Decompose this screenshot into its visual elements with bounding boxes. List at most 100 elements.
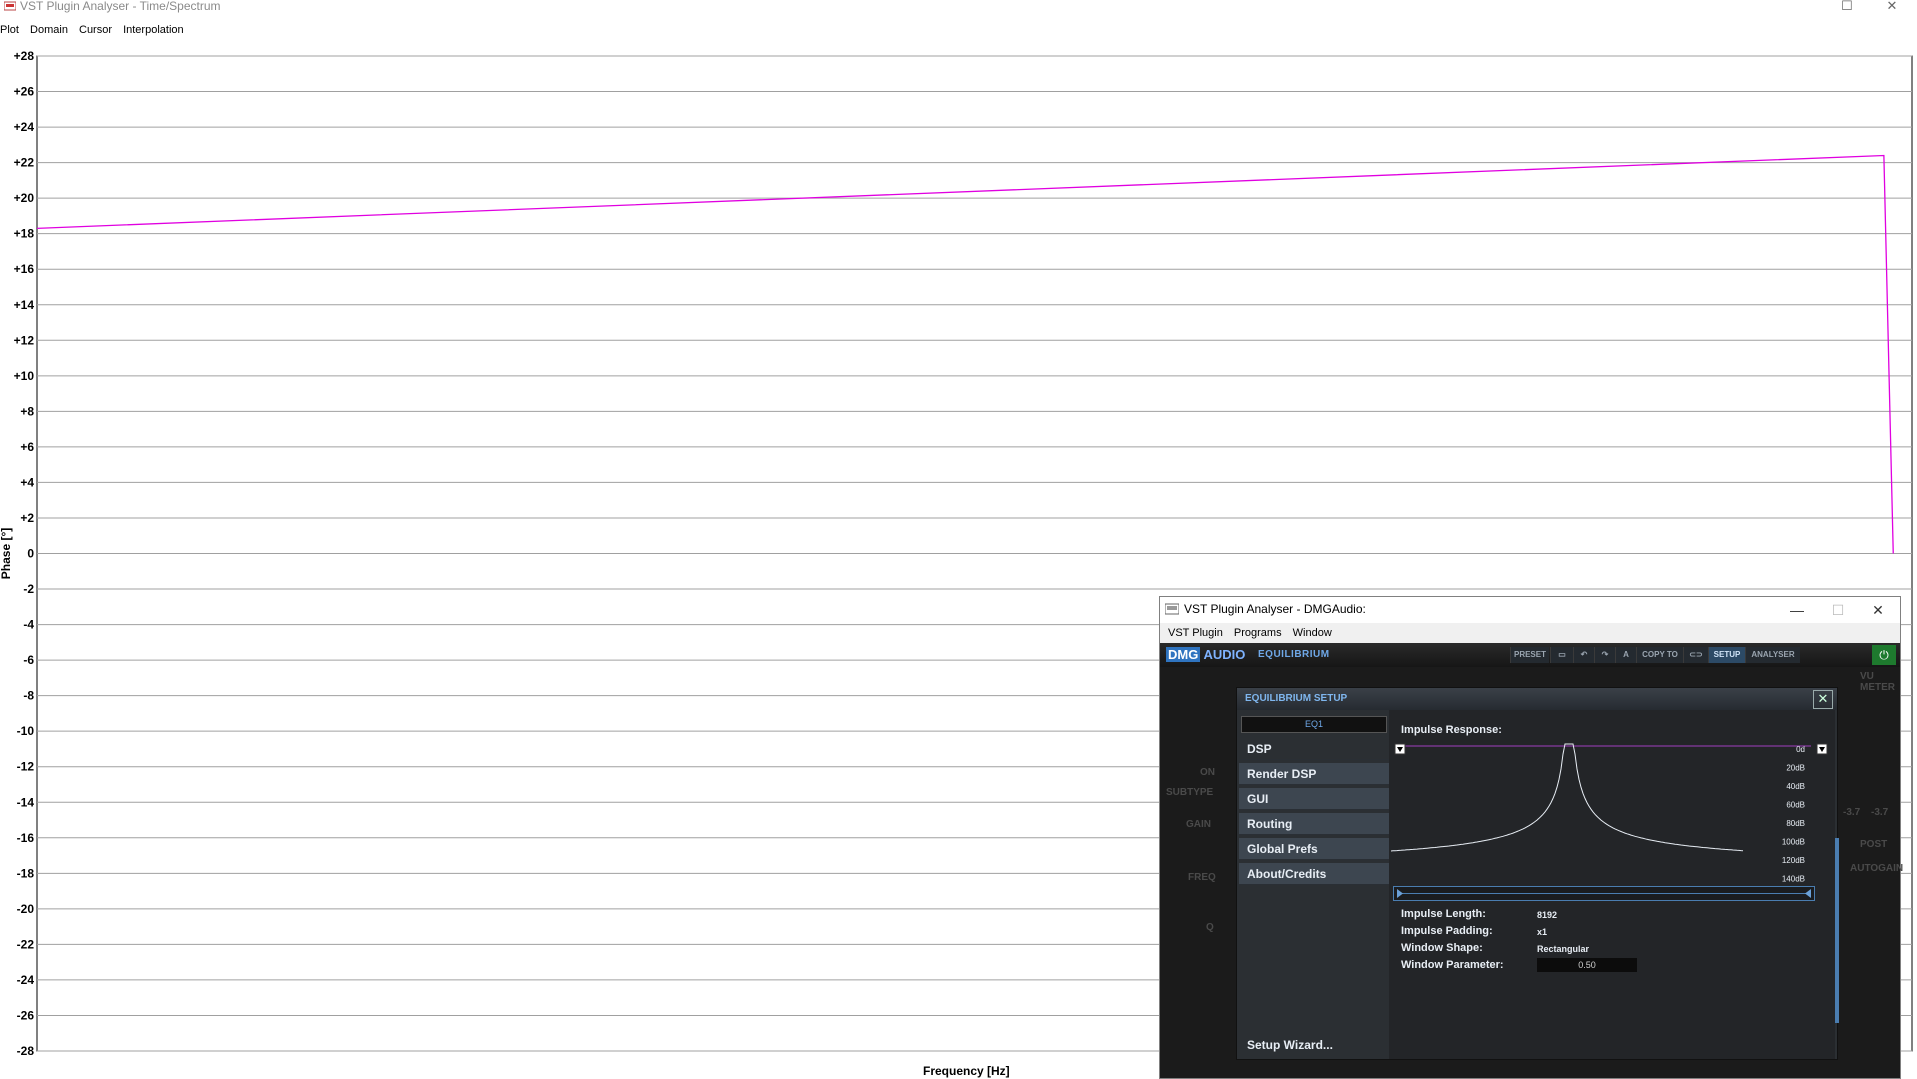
- minimize-icon[interactable]: —: [1779, 600, 1815, 620]
- monitor-icon[interactable]: ▭: [1550, 647, 1573, 663]
- window-shape-value[interactable]: Rectangular: [1537, 944, 1589, 954]
- impulse-response-label: Impulse Response:: [1401, 724, 1502, 736]
- dmg-logo: DMG AUDIO: [1166, 647, 1245, 662]
- main-titlebar: VST Plugin Analyser - Time/Spectrum ☐ ✕: [0, 0, 1917, 14]
- copy-to-button[interactable]: COPY TO: [1636, 647, 1683, 663]
- setup-scrollbar[interactable]: [1835, 838, 1839, 1023]
- db-tick-label: 20dB: [1786, 764, 1805, 773]
- impulse-response-graph: 0d 20dB 40dB 60dB 80dB 100dB 120dB 140dB: [1391, 738, 1833, 888]
- undo-icon[interactable]: ↶: [1573, 647, 1594, 663]
- setup-header: EQUILIBRIUM SETUP ✕: [1237, 688, 1837, 710]
- phase-trace: [36, 154, 1894, 554]
- setup-wizard-link[interactable]: Setup Wizard...: [1247, 1038, 1333, 1052]
- y-tick-label: -16: [17, 831, 35, 845]
- dmg-toolbar: DMG AUDIO EQUILIBRIUM PRESET ▭ ↶ ↷ A COP…: [1160, 643, 1900, 667]
- menu-plot[interactable]: Plot: [0, 24, 19, 36]
- y-axis-label: Phase [°]: [0, 528, 13, 579]
- bg-q-label: Q: [1206, 922, 1214, 933]
- bg-freq-label: FREQ: [1188, 872, 1216, 883]
- setup-button[interactable]: SETUP: [1708, 647, 1745, 663]
- slider-right-handle[interactable]: [1805, 889, 1811, 898]
- y-tick-label: +20: [14, 191, 35, 205]
- y-tick-label: -28: [17, 1044, 35, 1058]
- impulse-range-slider[interactable]: [1393, 886, 1815, 901]
- nav-about-credits[interactable]: About/Credits: [1239, 863, 1389, 885]
- redo-icon[interactable]: ↷: [1594, 647, 1615, 663]
- link-icon[interactable]: ⊂⊃: [1683, 647, 1708, 663]
- y-tick-label: +8: [20, 404, 34, 418]
- y-tick-label: +14: [14, 298, 35, 312]
- y-tick-label: +18: [14, 227, 35, 241]
- y-tick-label: +22: [14, 156, 35, 170]
- logo-audio: AUDIO: [1203, 647, 1246, 662]
- plugin-window[interactable]: VST Plugin Analyser - DMGAudio: — ☐ ✕ VS…: [1159, 596, 1904, 1079]
- y-tick-label: +6: [20, 440, 34, 454]
- window-parameter-input[interactable]: 0.50: [1537, 958, 1637, 972]
- y-tick-label: +24: [14, 120, 35, 134]
- slider-track: [1397, 889, 1811, 898]
- close-icon[interactable]: ✕: [1860, 600, 1896, 620]
- menu-cursor[interactable]: Cursor: [79, 24, 112, 36]
- bg-on-label: ON: [1200, 767, 1215, 778]
- db-tick-label: 140dB: [1782, 875, 1805, 884]
- y-tick-label: +10: [14, 369, 35, 383]
- y-tick-label: +16: [14, 262, 35, 276]
- nav-routing[interactable]: Routing: [1239, 813, 1389, 835]
- db-tick-label: 120dB: [1782, 856, 1805, 865]
- y-tick-label: -26: [17, 1008, 35, 1022]
- menu-domain[interactable]: Domain: [30, 24, 68, 36]
- maximize-icon[interactable]: ☐: [1827, 0, 1867, 14]
- y-tick-label: -6: [23, 653, 34, 667]
- db-tick-label: 80dB: [1786, 819, 1805, 828]
- maximize-icon[interactable]: ☐: [1820, 600, 1856, 620]
- y-tick-label: -20: [17, 902, 35, 916]
- y-tick-label: -2: [23, 582, 34, 596]
- product-name: EQUILIBRIUM: [1258, 649, 1330, 660]
- power-icon[interactable]: ⏻: [1872, 645, 1896, 665]
- y-tick-label: -22: [17, 937, 35, 951]
- bg-subtype-label: SUBTYPE: [1166, 787, 1214, 798]
- nav-global-prefs[interactable]: Global Prefs: [1239, 838, 1389, 860]
- close-icon[interactable]: ✕: [1813, 690, 1833, 709]
- ab-button[interactable]: A: [1615, 647, 1636, 663]
- bg-meter-value-left: -3.7: [1843, 807, 1861, 818]
- plugin-app-icon: [1165, 603, 1179, 615]
- menu-interpolation[interactable]: Interpolation: [123, 24, 184, 36]
- db-tick-label: 60dB: [1786, 801, 1805, 810]
- plugin-menubar: VST Plugin Programs Window: [1160, 623, 1900, 643]
- bg-meter-value-right: -3.7: [1871, 807, 1889, 818]
- bg-vu-meter-label: VU METER: [1860, 671, 1895, 693]
- impulse-length-label: Impulse Length:: [1401, 908, 1486, 920]
- dsp-settings-panel: Impulse Response: 0d 20dB 40dB 60dB 80dB 100d…: [1389, 710, 1835, 1059]
- menu-programs[interactable]: Programs: [1234, 627, 1282, 639]
- nav-gui[interactable]: GUI: [1239, 788, 1389, 810]
- db-tick-label: 100dB: [1782, 838, 1805, 847]
- menu-window[interactable]: Window: [1293, 627, 1332, 639]
- window-shape-label: Window Shape:: [1401, 942, 1483, 954]
- bg-gain-label: GAIN: [1186, 819, 1211, 830]
- y-tick-label: -4: [23, 618, 34, 632]
- eq-selector[interactable]: EQ1: [1241, 716, 1387, 733]
- slider-left-handle[interactable]: [1397, 889, 1403, 898]
- plugin-titlebar: VST Plugin Analyser - DMGAudio: — ☐ ✕: [1160, 597, 1900, 623]
- y-tick-label: +26: [14, 85, 35, 99]
- close-icon[interactable]: ✕: [1872, 0, 1912, 14]
- y-tick-label: -18: [17, 866, 35, 880]
- impulse-length-value[interactable]: 8192: [1537, 910, 1557, 920]
- nav-render-dsp[interactable]: Render DSP: [1239, 763, 1389, 785]
- y-tick-label: -8: [23, 689, 34, 703]
- impulse-padding-value[interactable]: x1: [1537, 927, 1547, 937]
- preset-button[interactable]: PRESET: [1510, 647, 1549, 663]
- bg-autogain-label: AUTOGAIN: [1850, 863, 1904, 874]
- impulse-padding-label: Impulse Padding:: [1401, 925, 1493, 937]
- nav-dsp[interactable]: DSP: [1239, 738, 1389, 760]
- equilibrium-setup-dialog[interactable]: EQUILIBRIUM SETUP ✕ EQ1 DSP Render DSP G…: [1236, 687, 1839, 1060]
- menu-vst-plugin[interactable]: VST Plugin: [1168, 627, 1223, 639]
- ir-background: [1391, 738, 1833, 888]
- y-tick-label: +2: [20, 511, 34, 525]
- analyser-button[interactable]: ANALYSER: [1745, 647, 1800, 663]
- x-axis-label: Frequency [Hz]: [923, 1064, 1010, 1078]
- setup-title: EQUILIBRIUM SETUP: [1245, 693, 1348, 704]
- y-tick-label: -10: [17, 724, 35, 738]
- y-tick-label: -24: [17, 973, 35, 987]
